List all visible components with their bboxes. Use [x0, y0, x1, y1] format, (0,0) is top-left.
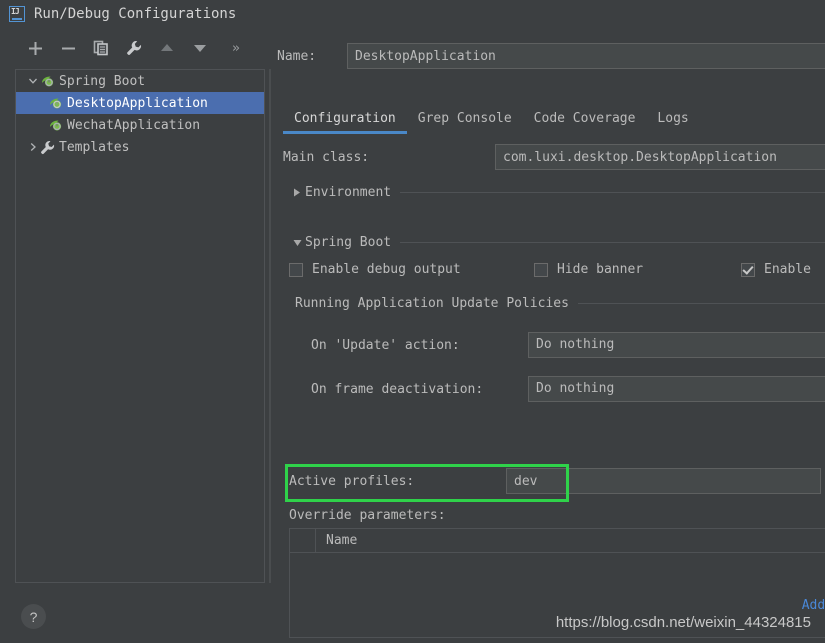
spring-boot-section-header[interactable]: Spring Boot — [289, 235, 825, 250]
section-divider — [400, 242, 825, 243]
arrow-up-icon — [161, 44, 173, 51]
on-frame-deactivation-label: On frame deactivation: — [311, 381, 484, 397]
name-input[interactable]: DesktopApplication — [347, 43, 825, 69]
watermark-text: https://blog.csdn.net/weixin_44324815 — [555, 614, 811, 631]
active-profiles-input[interactable]: dev — [506, 468, 821, 494]
section-divider — [400, 192, 825, 193]
move-up-button[interactable] — [154, 35, 180, 61]
window-title: Run/Debug Configurations — [34, 6, 237, 22]
configuration-detail-panel: Name: DesktopApplication Configuration G… — [277, 30, 825, 638]
chevron-right-icon[interactable] — [26, 142, 40, 152]
override-parameters-label: Override parameters: — [289, 508, 446, 523]
configurations-tree[interactable]: Spring Boot DesktopApplication WechatApp… — [15, 69, 265, 583]
main-class-label: Main class: — [283, 149, 370, 165]
on-frame-deactivation-select[interactable]: Do nothing — [528, 376, 825, 402]
copy-icon — [93, 40, 108, 56]
spring-boot-icon — [48, 117, 66, 133]
section-divider — [577, 303, 825, 304]
environment-section-label: Environment — [305, 185, 392, 200]
remove-configuration-button[interactable] — [55, 35, 81, 61]
checkbox-box[interactable] — [534, 262, 548, 277]
tree-node-label: Templates — [59, 139, 130, 155]
copy-configuration-button[interactable] — [88, 35, 114, 61]
on-update-action-label: On 'Update' action: — [311, 337, 460, 353]
tree-node-label: Spring Boot — [59, 73, 146, 89]
configurations-toolbar: » — [0, 30, 270, 66]
name-label: Name: — [277, 48, 317, 64]
on-update-action-select[interactable]: Do nothing — [528, 332, 825, 358]
tree-node-label: WechatApplication — [67, 117, 201, 133]
plus-icon — [28, 41, 42, 55]
active-profiles-label: Active profiles: — [289, 473, 415, 489]
checkbox-label: Hide banner — [557, 262, 644, 277]
wrench-icon — [40, 139, 58, 155]
table-header-name: Name — [326, 533, 358, 548]
active-profiles-row: Active profiles: dev — [289, 468, 821, 494]
triangle-right-icon[interactable] — [289, 188, 305, 197]
checkbox-box[interactable] — [289, 262, 303, 277]
chevron-down-icon[interactable] — [26, 76, 40, 86]
tree-node-spring-boot[interactable]: Spring Boot — [16, 70, 264, 92]
checkbox-label: Enable — [764, 262, 811, 277]
table-header-row: Name — [290, 529, 825, 553]
table-header-checkbox-column — [290, 529, 316, 552]
triangle-down-icon[interactable] — [289, 239, 305, 247]
tree-node-desktopapplication[interactable]: DesktopApplication — [16, 92, 264, 114]
tree-node-templates[interactable]: Templates — [16, 136, 264, 158]
spring-boot-icon — [40, 73, 58, 89]
intellij-idea-icon — [9, 6, 25, 22]
minus-icon — [61, 47, 75, 49]
checkbox-box[interactable] — [741, 262, 755, 277]
tab-bar: Configuration Grep Console Code Coverage… — [283, 104, 700, 134]
spring-boot-checkbox-row: Enable debug output Hide banner Enable — [289, 262, 811, 277]
tree-node-label: DesktopApplication — [67, 95, 208, 111]
add-parameter-link[interactable]: Add parame — [802, 598, 825, 613]
hide-banner-checkbox[interactable]: Hide banner — [534, 262, 741, 277]
on-frame-deactivation-row: On frame deactivation: Do nothing — [311, 376, 825, 402]
title-bar: Run/Debug Configurations — [0, 0, 825, 28]
tree-node-wechatapplication[interactable]: WechatApplication — [16, 114, 264, 136]
main-class-input[interactable]: com.luxi.desktop.DesktopApplication — [495, 144, 825, 170]
toolbar-overflow-button[interactable]: » — [232, 41, 240, 56]
main-class-row: Main class: com.luxi.desktop.DesktopAppl… — [283, 143, 825, 171]
move-down-button[interactable] — [187, 35, 213, 61]
tab-grep-console[interactable]: Grep Console — [407, 111, 523, 134]
spring-boot-section-label: Spring Boot — [305, 235, 392, 250]
update-policies-label: Running Application Update Policies — [295, 296, 569, 311]
environment-section-header[interactable]: Environment — [289, 185, 825, 200]
enable-launch-optimization-checkbox[interactable]: Enable — [741, 262, 811, 277]
tab-logs[interactable]: Logs — [646, 111, 699, 134]
tab-configuration[interactable]: Configuration — [283, 111, 407, 134]
tab-code-coverage[interactable]: Code Coverage — [523, 111, 647, 134]
wrench-icon — [127, 41, 142, 55]
spring-boot-icon — [48, 95, 66, 111]
enable-debug-output-checkbox[interactable]: Enable debug output — [289, 262, 534, 277]
panel-splitter[interactable] — [269, 69, 271, 583]
help-button[interactable]: ? — [21, 604, 46, 629]
name-row: Name: DesktopApplication — [277, 41, 825, 71]
on-update-action-row: On 'Update' action: Do nothing — [311, 332, 825, 358]
configuration-form: Main class: com.luxi.desktop.DesktopAppl… — [283, 143, 825, 638]
arrow-down-icon — [194, 45, 206, 52]
update-policies-section-header: Running Application Update Policies — [295, 296, 825, 311]
add-configuration-button[interactable] — [22, 35, 48, 61]
checkbox-label: Enable debug output — [312, 262, 461, 277]
edit-templates-button[interactable] — [121, 35, 147, 61]
